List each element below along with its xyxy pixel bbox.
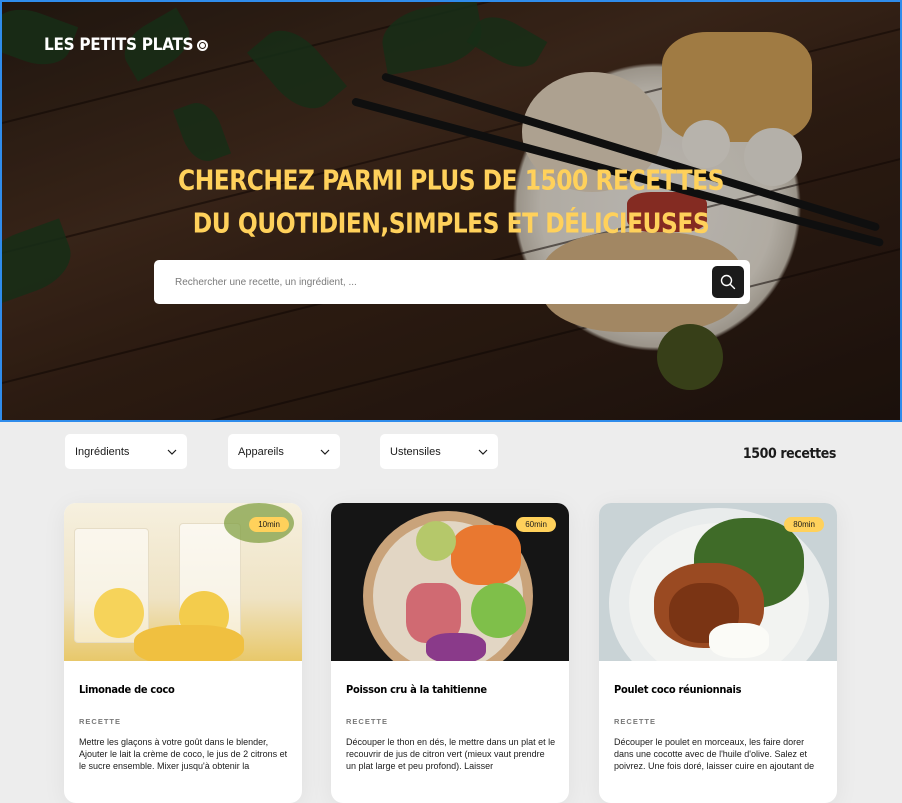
- hero-headline: CHERCHEZ PARMI PLUS DE 1500 RECETTES DU …: [2, 160, 900, 246]
- filter-dropdown-appliances[interactable]: Appareils: [228, 434, 340, 469]
- recipe-title: Limonade de coco: [79, 683, 175, 696]
- recipe-time-badge: 10min: [249, 517, 289, 532]
- chevron-down-icon: [320, 449, 330, 455]
- hero-headline-line2: DU QUOTIDIEN,SIMPLES ET DÉLICIEUSES: [192, 208, 710, 240]
- filter-label: Ingrédients: [75, 445, 130, 458]
- site-logo[interactable]: LES PETITS PLATS: [44, 35, 209, 55]
- filter-dropdown-ingredients[interactable]: Ingrédients: [65, 434, 187, 469]
- search-button[interactable]: [712, 266, 744, 298]
- chevron-down-icon: [478, 449, 488, 455]
- filter-label: Appareils: [238, 445, 284, 458]
- search-input[interactable]: [175, 276, 712, 288]
- recipe-card[interactable]: 10min Limonade de coco RECETTE Mettre le…: [64, 503, 302, 803]
- recipe-time-badge: 80min: [784, 517, 824, 532]
- recipe-image: 80min: [599, 503, 837, 661]
- logo-text: LES PETITS PLATS: [44, 35, 194, 55]
- recipe-time-badge: 60min: [516, 517, 556, 532]
- circle-dot-icon: [197, 39, 209, 51]
- filter-dropdown-utensils[interactable]: Ustensiles: [380, 434, 498, 469]
- chevron-down-icon: [167, 449, 177, 455]
- recipe-description: Découper le poulet en morceaux, les fair…: [614, 737, 815, 771]
- recipe-image: 10min: [64, 503, 302, 661]
- recipe-section-label: RECETTE: [79, 717, 122, 726]
- recipe-image: 60min: [331, 503, 569, 661]
- hero-banner: LES PETITS PLATS CHERCHEZ PARMI PLUS DE …: [0, 0, 902, 422]
- search-icon: [720, 274, 736, 290]
- filter-bar: Ingrédients Appareils Ustensiles: [65, 434, 498, 469]
- search-bar: [154, 260, 750, 304]
- recipe-card[interactable]: 80min Poulet coco réunionnais RECETTE Dé…: [599, 503, 837, 803]
- recipe-section-label: RECETTE: [346, 717, 389, 726]
- recipe-card[interactable]: 60min Poisson cru à la tahitienne RECETT…: [331, 503, 569, 803]
- recipe-title: Poisson cru à la tahitienne: [346, 683, 487, 696]
- recipe-description: Mettre les glaçons à votre goût dans le …: [79, 737, 288, 771]
- recipe-section-label: RECETTE: [614, 717, 657, 726]
- recipe-description: Découper le thon en dés, le mettre dans …: [346, 737, 556, 771]
- recipe-title: Poulet coco réunionnais: [614, 683, 742, 696]
- filter-label: Ustensiles: [390, 445, 441, 458]
- hero-headline-line1: CHERCHEZ PARMI PLUS DE 1500 RECETTES: [178, 165, 724, 197]
- recipe-count: 1500 recettes: [742, 446, 837, 462]
